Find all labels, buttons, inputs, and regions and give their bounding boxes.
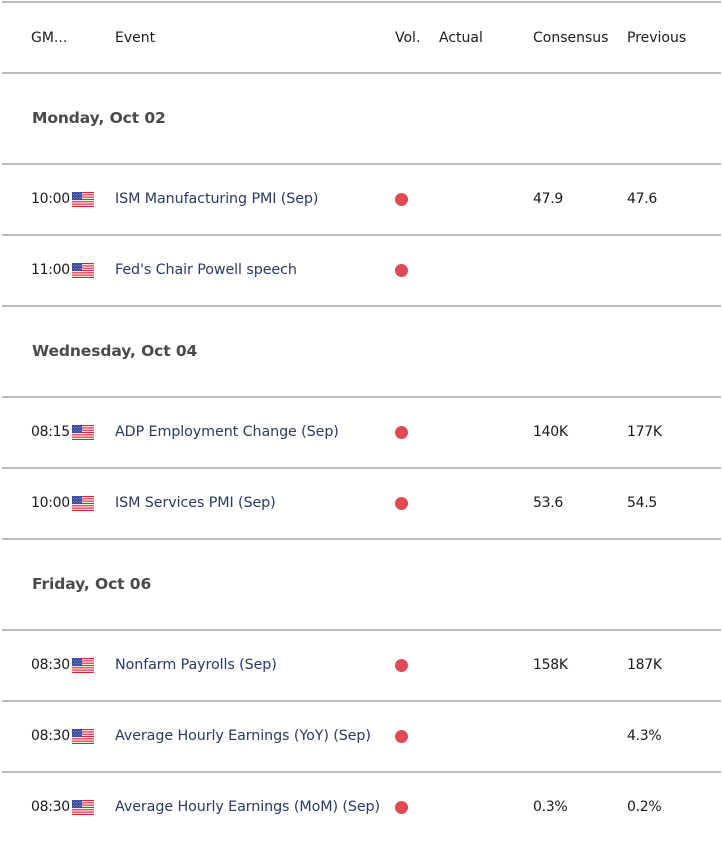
high-volatility-icon <box>395 659 408 672</box>
date-label: Friday, Oct 06 <box>32 575 152 593</box>
event-name-link[interactable]: Average Hourly Earnings (MoM) (Sep) <box>115 773 380 842</box>
event-row[interactable]: 08:15 ADP Employment Change (Sep) 140K 177K <box>0 398 723 467</box>
column-header-time[interactable]: GM... <box>31 3 67 73</box>
column-header-event[interactable]: Event <box>115 3 155 73</box>
event-consensus: 53.6 <box>533 495 563 511</box>
event-time: 08:30 <box>31 657 70 673</box>
us-flag-icon <box>72 496 94 511</box>
event-name-link[interactable]: Average Hourly Earnings (YoY) (Sep) <box>115 702 371 771</box>
high-volatility-icon <box>395 264 408 277</box>
event-name-link[interactable]: ADP Employment Change (Sep) <box>115 398 339 467</box>
date-group-header: Wednesday, Oct 04 <box>0 307 723 396</box>
event-time: 10:00 <box>31 191 70 207</box>
column-header-previous[interactable]: Previous <box>627 3 686 73</box>
event-previous: 0.2% <box>627 799 662 815</box>
event-row[interactable]: 10:00 ISM Manufacturing PMI (Sep) 47.9 47.6 <box>0 165 723 234</box>
date-label: Wednesday, Oct 04 <box>32 342 198 360</box>
column-header-consensus[interactable]: Consensus <box>533 3 608 73</box>
event-consensus: 158K <box>533 657 568 673</box>
column-header-volatility[interactable]: Vol. <box>395 3 420 73</box>
event-name-link[interactable]: Fed's Chair Powell speech <box>115 236 297 305</box>
high-volatility-icon <box>395 730 408 743</box>
event-consensus: 0.3% <box>533 799 568 815</box>
event-row[interactable]: 08:30 Average Hourly Earnings (MoM) (Sep)… <box>0 773 723 842</box>
event-time: 08:30 <box>31 728 70 744</box>
date-group-header: Monday, Oct 02 <box>0 74 723 163</box>
table-header: GM... Event Vol. Actual Consensus Previo… <box>0 3 723 73</box>
event-previous: 47.6 <box>627 191 657 207</box>
date-label: Monday, Oct 02 <box>32 109 166 127</box>
high-volatility-icon <box>395 801 408 814</box>
event-time: 11:00 <box>31 262 70 278</box>
us-flag-icon <box>72 800 94 815</box>
us-flag-icon <box>72 192 94 207</box>
event-consensus: 47.9 <box>533 191 563 207</box>
event-consensus: 140K <box>533 424 568 440</box>
event-name-link[interactable]: ISM Manufacturing PMI (Sep) <box>115 165 318 234</box>
event-previous: 4.3% <box>627 728 662 744</box>
event-row[interactable]: 10:00 ISM Services PMI (Sep) 53.6 54.5 <box>0 469 723 538</box>
us-flag-icon <box>72 658 94 673</box>
event-time: 10:00 <box>31 495 70 511</box>
us-flag-icon <box>72 263 94 278</box>
event-previous: 54.5 <box>627 495 657 511</box>
event-previous: 177K <box>627 424 662 440</box>
event-row[interactable]: 08:30 Nonfarm Payrolls (Sep) 158K 187K <box>0 631 723 700</box>
event-time: 08:15 <box>31 424 70 440</box>
event-row[interactable]: 11:00 Fed's Chair Powell speech <box>0 236 723 305</box>
date-group-header: Friday, Oct 06 <box>0 540 723 629</box>
high-volatility-icon <box>395 426 408 439</box>
high-volatility-icon <box>395 193 408 206</box>
event-previous: 187K <box>627 657 662 673</box>
high-volatility-icon <box>395 497 408 510</box>
us-flag-icon <box>72 729 94 744</box>
event-name-link[interactable]: ISM Services PMI (Sep) <box>115 469 276 538</box>
event-name-link[interactable]: Nonfarm Payrolls (Sep) <box>115 631 277 700</box>
column-header-actual[interactable]: Actual <box>439 3 483 73</box>
event-time: 08:30 <box>31 799 70 815</box>
us-flag-icon <box>72 425 94 440</box>
event-row[interactable]: 08:30 Average Hourly Earnings (YoY) (Sep)… <box>0 702 723 771</box>
